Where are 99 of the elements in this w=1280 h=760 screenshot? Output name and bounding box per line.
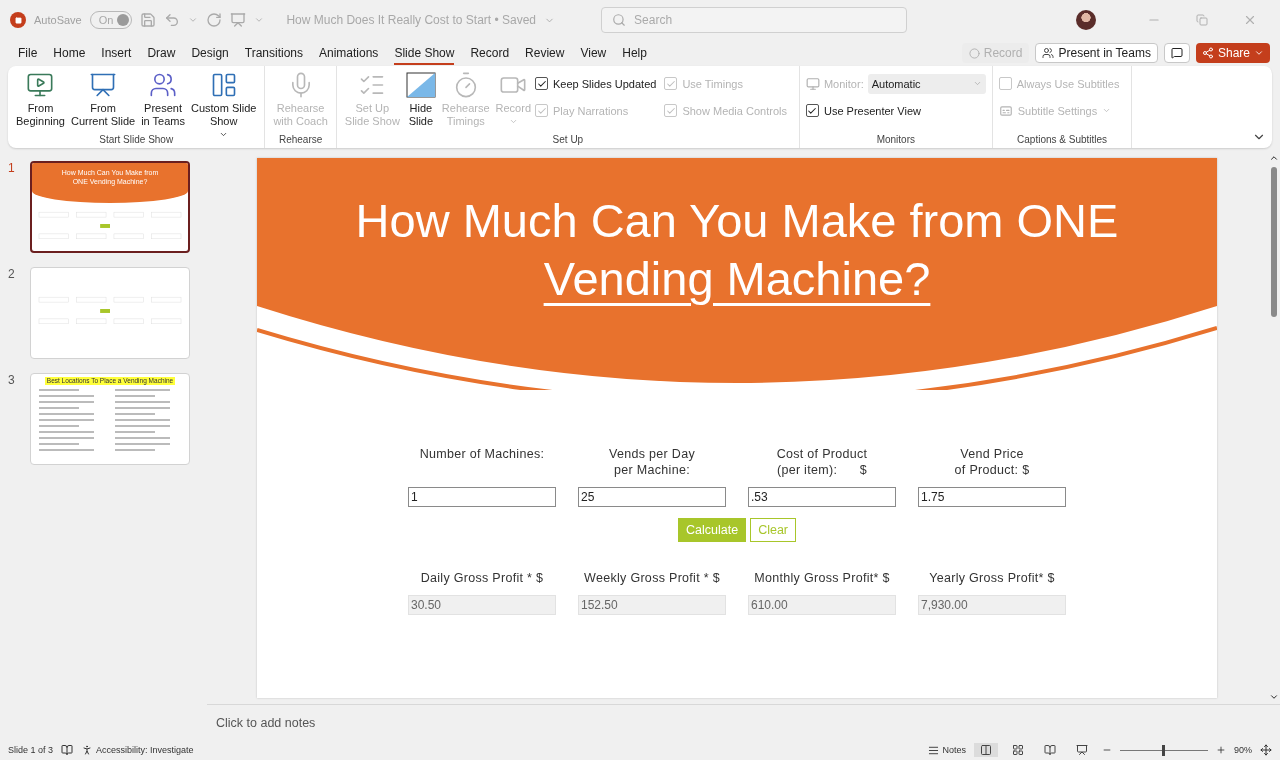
result-field[interactable]: 610.00 — [748, 595, 896, 615]
people-icon — [1042, 47, 1055, 59]
group-label: Set Up — [552, 134, 584, 147]
present-in-teams-button[interactable]: Present in Teams — [1035, 43, 1158, 63]
menu-tab[interactable]: Animations — [311, 42, 387, 64]
caret-icon[interactable] — [188, 15, 199, 25]
result-label: Yearly Gross Profit* $ — [929, 570, 1055, 587]
scroll-down-icon[interactable] — [1269, 692, 1279, 702]
notes-placeholder[interactable]: Click to add notes — [216, 715, 316, 730]
grid-view-icon — [1012, 744, 1024, 756]
check-icon — [536, 105, 547, 116]
zoom-level[interactable]: 90% — [1234, 745, 1252, 755]
accessibility-status[interactable]: Accessibility: Investigate — [81, 744, 194, 756]
menu-tab[interactable]: Draw — [139, 42, 184, 64]
input-field[interactable]: 1.75 — [918, 487, 1066, 507]
group-label: Rehearse — [278, 134, 323, 147]
restore-icon[interactable] — [1196, 14, 1208, 26]
scrollbar-thumb[interactable] — [1271, 167, 1277, 317]
reading-view-icon — [1044, 744, 1056, 756]
ribbon-button[interactable]: Present in Teams — [139, 70, 187, 128]
ribbon-button[interactable]: From Beginning — [14, 70, 67, 128]
check-icon — [807, 105, 818, 116]
record-icon — [968, 47, 980, 59]
people-icon — [149, 71, 178, 99]
check-icon — [536, 78, 547, 89]
share-icon — [1201, 47, 1214, 59]
monitor-icon — [805, 76, 820, 91]
notes-button[interactable]: Notes — [928, 744, 966, 756]
zoom-in-icon[interactable] — [1216, 745, 1226, 755]
input-field[interactable]: .53 — [748, 487, 896, 507]
ribbon-button[interactable]: Custom Slide Show — [188, 70, 259, 139]
check-icon — [665, 78, 676, 89]
ribbon-checkbox[interactable]: Keep Slides Updated — [535, 77, 663, 90]
field-label: Vends per Day per Machine: — [609, 446, 695, 479]
field-label: Cost of Product (per item): $ — [776, 446, 868, 479]
save-icon[interactable] — [140, 12, 157, 28]
ribbon-button[interactable]: Hide Slide — [403, 70, 438, 128]
slide-title: Vending Machine? — [543, 251, 931, 307]
slide-title: How Much Can You Make from ONE — [355, 193, 1119, 249]
slide-counter: Slide 1 of 3 — [8, 745, 54, 755]
menu-tab[interactable]: File — [10, 42, 46, 64]
presentation-icon — [89, 71, 118, 99]
slide-number: 2 — [8, 267, 16, 283]
ribbon-button[interactable]: From Current Slide — [68, 70, 138, 128]
result-field[interactable]: 7,930.00 — [918, 595, 1066, 615]
slide-number: 3 — [8, 373, 16, 389]
menu-tab[interactable]: Insert — [93, 42, 140, 64]
search-icon — [612, 13, 627, 27]
autosave-label: AutoSave — [34, 14, 82, 26]
comment-icon — [1170, 47, 1183, 59]
menu-tab[interactable]: Record — [462, 42, 518, 64]
slideshow-icon — [1076, 744, 1088, 756]
zoom-thumb[interactable] — [1162, 744, 1166, 756]
monitor-play-icon — [26, 71, 55, 99]
normal-view-icon — [980, 744, 992, 756]
group-label: Captions & Subtitles — [1017, 134, 1108, 147]
caret-icon — [1254, 48, 1264, 58]
menu-tab[interactable]: Help — [614, 42, 655, 64]
hidden-slide-icon — [405, 71, 436, 99]
result-field[interactable]: 30.50 — [408, 595, 556, 615]
result-label: Weekly Gross Profit * $ — [584, 570, 720, 587]
lines-icon — [928, 744, 940, 756]
slide-thumbnail[interactable] — [30, 267, 190, 359]
menu-tab[interactable]: Transitions — [236, 42, 311, 64]
close-icon[interactable] — [1243, 13, 1257, 27]
menu-tab[interactable]: Design — [183, 42, 237, 64]
result-field[interactable]: 152.50 — [578, 595, 726, 615]
group-label: Monitors — [876, 134, 915, 147]
app-logo — [10, 12, 26, 28]
result-label: Daily Gross Profit * $ — [420, 570, 544, 587]
fit-to-window-icon[interactable] — [1260, 744, 1272, 756]
undo-icon[interactable] — [164, 12, 181, 28]
menu-tab[interactable]: View — [572, 42, 615, 64]
customize-icon[interactable] — [254, 15, 265, 25]
input-field[interactable]: 1 — [408, 487, 556, 507]
ribbon-checkbox[interactable]: Use Presenter View — [805, 104, 986, 117]
presentation-icon[interactable] — [230, 12, 247, 28]
menu-tab[interactable]: Home — [45, 42, 94, 64]
comments-button[interactable] — [1163, 43, 1190, 63]
caret-icon — [1102, 106, 1112, 115]
avatar[interactable] — [1076, 10, 1096, 30]
checkbox[interactable] — [535, 77, 549, 90]
input-field[interactable]: 25 — [578, 487, 726, 507]
redo-icon[interactable] — [206, 12, 223, 28]
group-label: Start Slide Show — [99, 134, 174, 147]
caret-icon — [972, 79, 982, 88]
normal-view-button[interactable] — [974, 743, 998, 757]
checkbox[interactable] — [805, 104, 819, 117]
check-icon — [665, 105, 676, 116]
menu-tab[interactable]: Review — [517, 42, 573, 64]
slide-number: 1 — [8, 161, 16, 177]
menu-tab[interactable]: Slide Show — [386, 42, 463, 64]
field-label: Number of Machines: — [419, 446, 545, 463]
field-label: Vend Price of Product: $ — [954, 446, 1030, 479]
share-button[interactable]: Share — [1195, 43, 1270, 63]
book-icon[interactable] — [61, 744, 74, 756]
captions-icon — [998, 103, 1013, 118]
scroll-up-icon[interactable] — [1269, 153, 1279, 163]
result-label: Monthly Gross Profit* $ — [754, 570, 890, 587]
